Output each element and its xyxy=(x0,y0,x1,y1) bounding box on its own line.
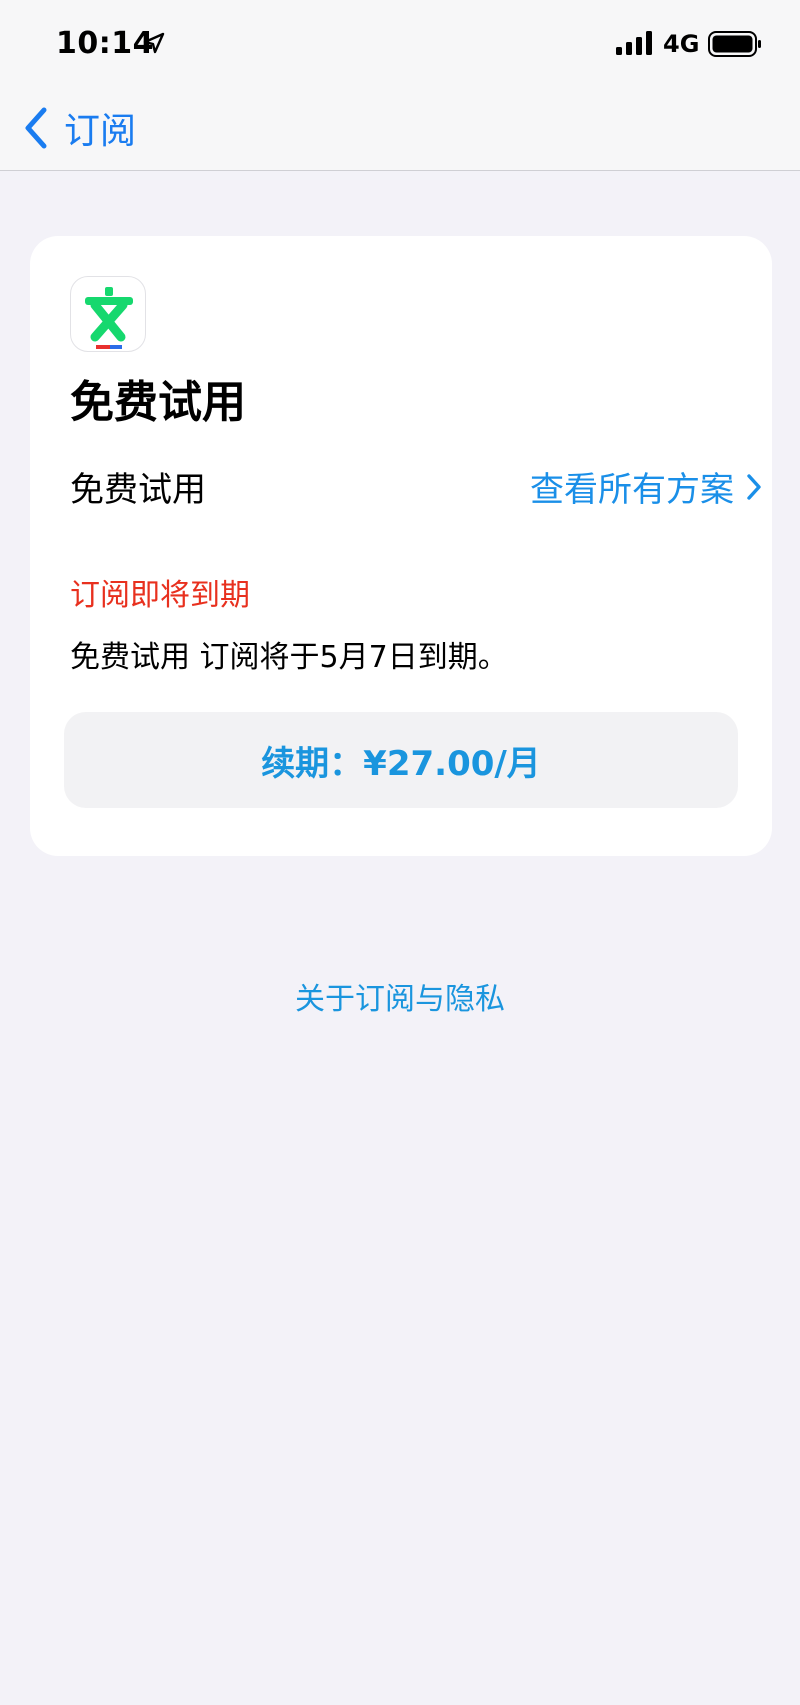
back-button[interactable]: 订阅 xyxy=(22,102,136,154)
view-all-plans-label: 查看所有方案 xyxy=(530,470,734,510)
renew-button[interactable]: 续期：¥27.00/月 xyxy=(64,712,738,808)
about-subscription-privacy-link[interactable]: 关于订阅与隐私 xyxy=(0,974,800,1018)
plan-row: 免费试用 查看所有方案 xyxy=(70,454,762,514)
status-time: 10:14 xyxy=(56,26,154,61)
chevron-left-icon xyxy=(25,107,47,149)
app-title: 免费试用 xyxy=(70,377,246,428)
expiry-detail: 免费试用 订阅将于5月7日到期。 xyxy=(70,640,508,675)
location-arrow-icon xyxy=(143,32,165,54)
expiring-warning: 订阅即将到期 xyxy=(70,578,250,613)
view-all-plans-link[interactable]: 查看所有方案 xyxy=(530,462,762,511)
back-label: 订阅 xyxy=(64,111,137,152)
status-bar: 10:14 4G xyxy=(0,0,800,88)
chevron-right-icon xyxy=(747,473,761,500)
plan-name: 免费试用 xyxy=(70,470,206,510)
battery-icon xyxy=(708,31,761,57)
cellular-signal-icon xyxy=(616,31,652,55)
subscription-card: 免费试用 免费试用 查看所有方案 订阅即将到期 免费试用 订阅将于5月7日到期。… xyxy=(30,236,772,856)
renew-label: 续期：¥27.00/月 xyxy=(261,743,541,784)
network-type: 4G xyxy=(663,30,700,58)
navigation-bar: 订阅 xyxy=(0,88,800,171)
app-logo-graphic xyxy=(85,287,133,349)
app-logo-icon xyxy=(70,276,146,352)
